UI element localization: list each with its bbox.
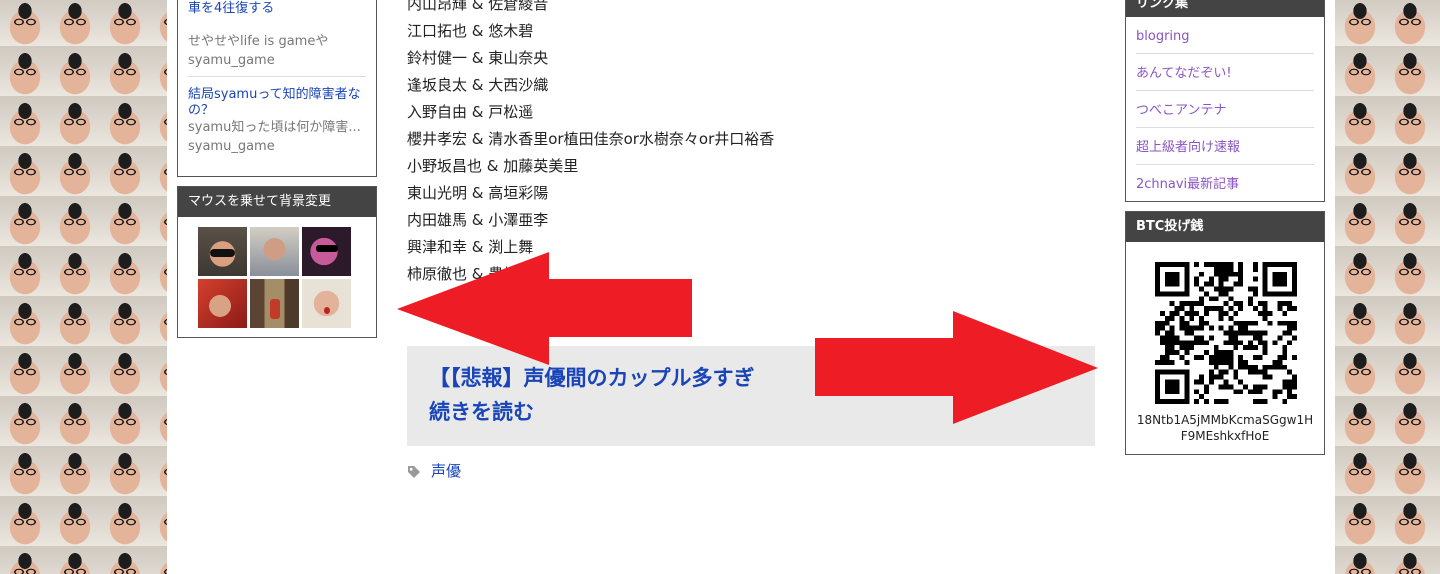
recent-articles-list: 転車を洗うまでに自室と自転車を4往復する せやせやlife is gameや s… xyxy=(178,0,376,157)
voice-actor-pair: 櫻井孝宏 & 清水香里or植田佳奈or水樹奈々or井口裕香 xyxy=(407,130,775,148)
background-thumbnail[interactable] xyxy=(198,227,247,276)
voice-actor-pair: 入野自由 & 戸松遥 xyxy=(407,103,534,121)
background-thumbnail[interactable] xyxy=(250,227,299,276)
link-2chnavi[interactable]: 2chnavi最新記事 xyxy=(1136,177,1239,192)
links-widget: リンク集 blogring あんてなだぞい! つべこアンテナ 超上級者向け速報 … xyxy=(1125,0,1325,202)
recent-article-author: syamu_game xyxy=(188,53,275,68)
background-tile-left xyxy=(0,0,167,574)
tag-icon xyxy=(407,464,421,478)
links-list: blogring あんてなだぞい! つべこアンテナ 超上級者向け速報 2chna… xyxy=(1126,17,1324,201)
link-item: あんてなだぞい! xyxy=(1136,54,1314,91)
read-more-link[interactable]: 続きを読む xyxy=(429,398,534,426)
read-more-title[interactable]: 【【悲報】声優間のカップル多すぎ xyxy=(429,364,755,392)
link-tsubeko-antenna[interactable]: つべこアンテナ xyxy=(1136,103,1226,118)
link-item: 超上級者向け速報 xyxy=(1136,128,1314,165)
voice-actor-pair: 鈴村健一 & 東山奈央 xyxy=(407,49,549,67)
link-item: 2chnavi最新記事 xyxy=(1136,165,1314,201)
background-thumbnail[interactable] xyxy=(198,279,247,328)
background-thumbnail[interactable] xyxy=(302,227,351,276)
voice-actor-pair: 逢坂良太 & 大西沙織 xyxy=(407,76,549,94)
link-advanced-sokuho[interactable]: 超上級者向け速報 xyxy=(1136,140,1240,155)
voice-actor-pair: 江口拓也 & 悠木碧 xyxy=(407,22,534,40)
voice-actor-pair: 小野坂昌也 & 加藤英美里 xyxy=(407,157,579,175)
background-thumbnail[interactable] xyxy=(250,279,299,328)
tag-link[interactable]: 声優 xyxy=(431,460,461,481)
qr-code-icon xyxy=(1155,262,1297,404)
voice-actor-pair: 内山昂輝 & 佐倉綾音 xyxy=(407,0,549,13)
background-tile-right xyxy=(1335,0,1440,574)
voice-actor-pair-list: 内山昂輝 & 佐倉綾音 江口拓也 & 悠木碧 鈴村健一 & 東山奈央 逢坂良太 … xyxy=(407,0,774,288)
recent-article-item: 結局syamuって知的障害者なの？ syamu知った頃は何か障害... syam… xyxy=(188,77,366,157)
recent-article-title[interactable]: 結局syamuって知的障害者なの？ xyxy=(188,87,366,119)
background-change-widget: マウスを乗せて背景変更 xyxy=(177,186,377,338)
voice-actor-pair: 東山光明 & 高垣彩陽 xyxy=(407,184,549,202)
recent-article-excerpt: syamu知った頃は何か障害... xyxy=(188,120,361,135)
link-item: つべこアンテナ xyxy=(1136,91,1314,128)
background-thumbnail[interactable] xyxy=(302,279,351,328)
left-arrow-icon xyxy=(397,252,692,365)
btc-header: BTC投げ銭 xyxy=(1126,212,1324,242)
right-arrow-icon xyxy=(815,311,1098,424)
recent-article-item: 転車を洗うまでに自室と自転車を4往復する せやせやlife is gameや s… xyxy=(188,0,366,77)
link-item: blogring xyxy=(1136,17,1314,54)
background-change-header: マウスを乗せて背景変更 xyxy=(178,187,376,217)
recent-articles-widget: 転車を洗うまでに自室と自転車を4往復する せやせやlife is gameや s… xyxy=(177,0,377,177)
voice-actor-pair: 内田雄馬 & 小澤亜李 xyxy=(407,211,549,229)
background-thumbnail-grid xyxy=(178,217,376,328)
recent-article-author: syamu_game xyxy=(188,139,275,154)
btc-donation-widget: BTC投げ銭 18Ntb1A5jMMbKcmaSGgw1HF9MEshkxfHo… xyxy=(1125,211,1325,455)
link-blogring[interactable]: blogring xyxy=(1136,29,1190,44)
link-antenna-dazoi[interactable]: あんてなだぞい! xyxy=(1136,66,1232,81)
recent-article-title[interactable]: 転車を洗うまでに自室と自転車を4往復する xyxy=(188,0,366,33)
links-header: リンク集 xyxy=(1126,0,1324,17)
recent-article-excerpt: せやせやlife is gameや xyxy=(188,34,329,49)
btc-address: 18Ntb1A5jMMbKcmaSGgw1HF9MEshkxfHoE xyxy=(1136,413,1314,443)
tag-row: 声優 xyxy=(407,460,461,481)
